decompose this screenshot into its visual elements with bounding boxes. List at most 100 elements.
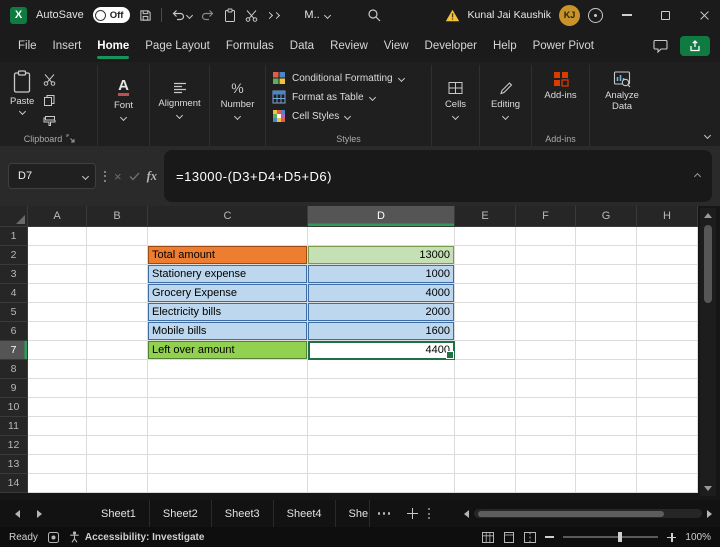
tab-help[interactable]: Help (485, 30, 525, 62)
cell-C11[interactable] (148, 417, 308, 436)
cell-D2[interactable]: 13000 (308, 246, 455, 265)
scroll-down-icon[interactable] (704, 486, 712, 491)
cell-A12[interactable] (28, 436, 87, 455)
cell-B14[interactable] (87, 474, 148, 493)
horizontal-scroll-track[interactable] (474, 509, 702, 518)
copy-button[interactable] (43, 94, 56, 107)
tab-developer[interactable]: Developer (417, 30, 485, 62)
cell-A1[interactable] (28, 227, 87, 246)
name-box[interactable]: D7 (8, 163, 96, 189)
sheet-tab-she[interactable]: She (336, 500, 370, 527)
cell-B11[interactable] (87, 417, 148, 436)
cell-C12[interactable] (148, 436, 308, 455)
cell-E5[interactable] (455, 303, 516, 322)
cell-E2[interactable] (455, 246, 516, 265)
sheet-tab-sheet1[interactable]: Sheet1 (88, 500, 150, 527)
cell-A3[interactable] (28, 265, 87, 284)
cell-G1[interactable] (576, 227, 637, 246)
row-header-4[interactable]: 4 (0, 284, 28, 303)
autosave-toggle[interactable]: Off (93, 7, 131, 23)
tab-data[interactable]: Data (282, 30, 322, 62)
select-all-corner[interactable] (0, 206, 28, 227)
cell-E10[interactable] (455, 398, 516, 417)
cell-D10[interactable] (308, 398, 455, 417)
cell-B9[interactable] (87, 379, 148, 398)
cell-H9[interactable] (637, 379, 698, 398)
cell-H2[interactable] (637, 246, 698, 265)
cell-A11[interactable] (28, 417, 87, 436)
zoom-slider-thumb[interactable] (618, 532, 622, 542)
minimize-button[interactable] (611, 0, 642, 30)
editing-group-button[interactable]: Editing (482, 65, 529, 146)
cell-E1[interactable] (455, 227, 516, 246)
cell-C14[interactable] (148, 474, 308, 493)
cell-H6[interactable] (637, 322, 698, 341)
cell-G7[interactable] (576, 341, 637, 360)
cell-G9[interactable] (576, 379, 637, 398)
cell-F9[interactable] (516, 379, 576, 398)
cell-H11[interactable] (637, 417, 698, 436)
cell-H13[interactable] (637, 455, 698, 474)
column-header-b[interactable]: B (87, 206, 148, 227)
cell-F11[interactable] (516, 417, 576, 436)
row-header-13[interactable]: 13 (0, 455, 28, 474)
document-title[interactable]: M.. (304, 9, 329, 21)
alignment-group-button[interactable]: Alignment (152, 65, 207, 146)
cells-group-button[interactable]: Cells (434, 65, 477, 146)
row-header-8[interactable]: 8 (0, 360, 28, 379)
cell-C3[interactable]: Stationery expense (148, 265, 308, 284)
vertical-scrollbar[interactable] (700, 208, 716, 496)
cell-C6[interactable]: Mobile bills (148, 322, 308, 341)
cell-F3[interactable] (516, 265, 576, 284)
avatar[interactable]: KJ (559, 5, 580, 26)
vertical-scroll-thumb[interactable] (704, 225, 712, 303)
cell-E14[interactable] (455, 474, 516, 493)
sheet-tab-sheet4[interactable]: Sheet4 (274, 500, 336, 527)
cell-D12[interactable] (308, 436, 455, 455)
cell-D13[interactable] (308, 455, 455, 474)
row-header-2[interactable]: 2 (0, 246, 28, 265)
announcement-icon[interactable] (588, 8, 603, 23)
cancel-icon[interactable]: × (114, 169, 122, 184)
cell-D4[interactable]: 4000 (308, 284, 455, 303)
cell-F14[interactable] (516, 474, 576, 493)
column-header-d[interactable]: D (308, 206, 455, 227)
cut-quick-button[interactable] (245, 9, 258, 22)
row-header-3[interactable]: 3 (0, 265, 28, 284)
horizontal-scrollbar[interactable] (464, 509, 714, 518)
cell-C7[interactable]: Left over amount (148, 341, 308, 360)
cell-E12[interactable] (455, 436, 516, 455)
macro-record-icon[interactable] (48, 532, 59, 543)
cell-F12[interactable] (516, 436, 576, 455)
cell-F13[interactable] (516, 455, 576, 474)
expand-formula-bar-icon[interactable] (694, 172, 701, 179)
cell-D7[interactable]: 4400 (308, 341, 455, 360)
excel-logo-icon[interactable]: X (10, 7, 27, 24)
conditional-formatting-button[interactable]: Conditional Formatting (272, 71, 404, 85)
scroll-left-icon[interactable] (464, 510, 469, 518)
redo-button[interactable] (201, 9, 215, 21)
zoom-in-icon[interactable] (667, 533, 676, 542)
addins-button[interactable]: Add-ins (538, 65, 582, 101)
format-painter-button[interactable] (43, 115, 56, 128)
cell-E9[interactable] (455, 379, 516, 398)
cell-F1[interactable] (516, 227, 576, 246)
horizontal-scroll-thumb[interactable] (478, 511, 664, 517)
cell-C8[interactable] (148, 360, 308, 379)
row-header-6[interactable]: 6 (0, 322, 28, 341)
cell-E4[interactable] (455, 284, 516, 303)
cell-H14[interactable] (637, 474, 698, 493)
sheet-tab-sheet2[interactable]: Sheet2 (150, 500, 212, 527)
zoom-level[interactable]: 100% (685, 532, 711, 543)
cell-D14[interactable] (308, 474, 455, 493)
cell-E8[interactable] (455, 360, 516, 379)
cell-D9[interactable] (308, 379, 455, 398)
formula-input[interactable]: =13000-(D3+D4+D5+D6) (164, 150, 712, 202)
scroll-up-icon[interactable] (704, 213, 712, 218)
page-layout-view-icon[interactable] (503, 532, 515, 543)
cell-A4[interactable] (28, 284, 87, 303)
row-header-7[interactable]: 7 (0, 341, 28, 360)
user-name[interactable]: Kunal Jai Kaushik (468, 9, 551, 21)
cell-G12[interactable] (576, 436, 637, 455)
cell-A10[interactable] (28, 398, 87, 417)
